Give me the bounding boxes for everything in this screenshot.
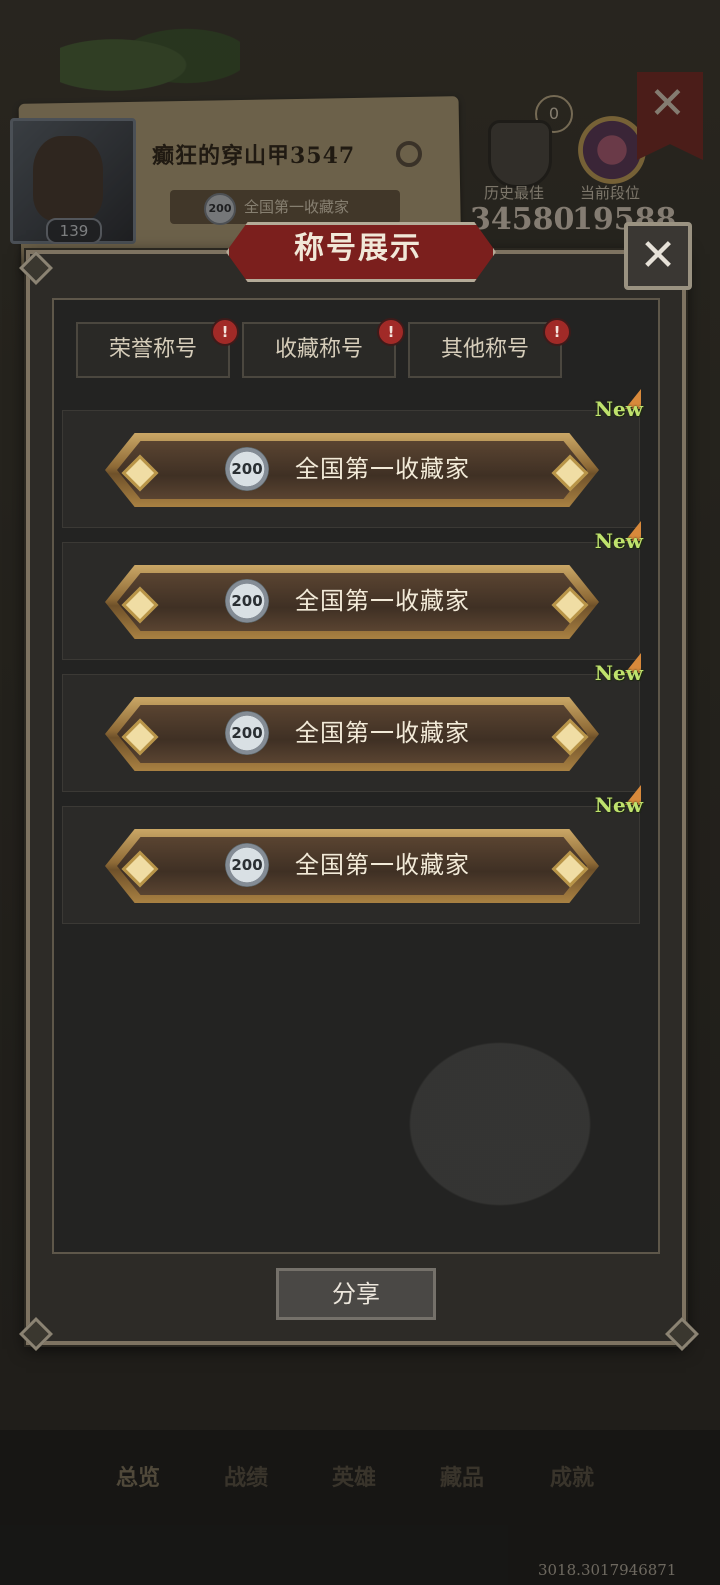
new-badge: New [594, 529, 643, 553]
title-row[interactable]: 200 全国第一收藏家 New [62, 521, 643, 660]
alert-icon: ! [211, 318, 239, 346]
title-plaque: 200 全国第一收藏家 [105, 697, 599, 771]
title-row[interactable]: 200 全国第一收藏家 New [62, 653, 643, 792]
title-plaque: 200 全国第一收藏家 [105, 565, 599, 639]
title-plaque: 200 全国第一收藏家 [105, 433, 599, 507]
share-button[interactable]: 分享 [276, 1268, 436, 1320]
title-row[interactable]: 200 全国第一收藏家 New [62, 389, 643, 528]
new-badge: New [594, 793, 643, 817]
title-plaque: 200 全国第一收藏家 [105, 829, 599, 903]
alert-icon: ! [543, 318, 571, 346]
title-name: 全国第一收藏家 [295, 851, 470, 879]
close-icon: ✕ [639, 230, 677, 281]
close-button[interactable]: ✕ [624, 222, 692, 290]
modal-title: 称号展示 [294, 231, 422, 266]
title-name: 全国第一收藏家 [295, 455, 470, 483]
title-row[interactable]: 200 全国第一收藏家 New [62, 785, 643, 924]
tab-collection-titles[interactable]: 收藏称号 [242, 322, 396, 378]
tab-honor-titles[interactable]: 荣誉称号 [76, 322, 230, 378]
title-medal-icon: 200 [225, 711, 269, 755]
title-name: 全国第一收藏家 [295, 719, 470, 747]
new-badge: New [594, 397, 643, 421]
title-medal-icon: 200 [225, 579, 269, 623]
alert-icon: ! [377, 318, 405, 346]
mascot-watermark [360, 1040, 640, 1250]
new-badge: New [594, 661, 643, 685]
title-medal-icon: 200 [225, 843, 269, 887]
tab-other-titles[interactable]: 其他称号 [408, 322, 562, 378]
title-name: 全国第一收藏家 [295, 587, 470, 615]
modal-header: 称号展示 [226, 222, 496, 282]
title-medal-icon: 200 [225, 447, 269, 491]
